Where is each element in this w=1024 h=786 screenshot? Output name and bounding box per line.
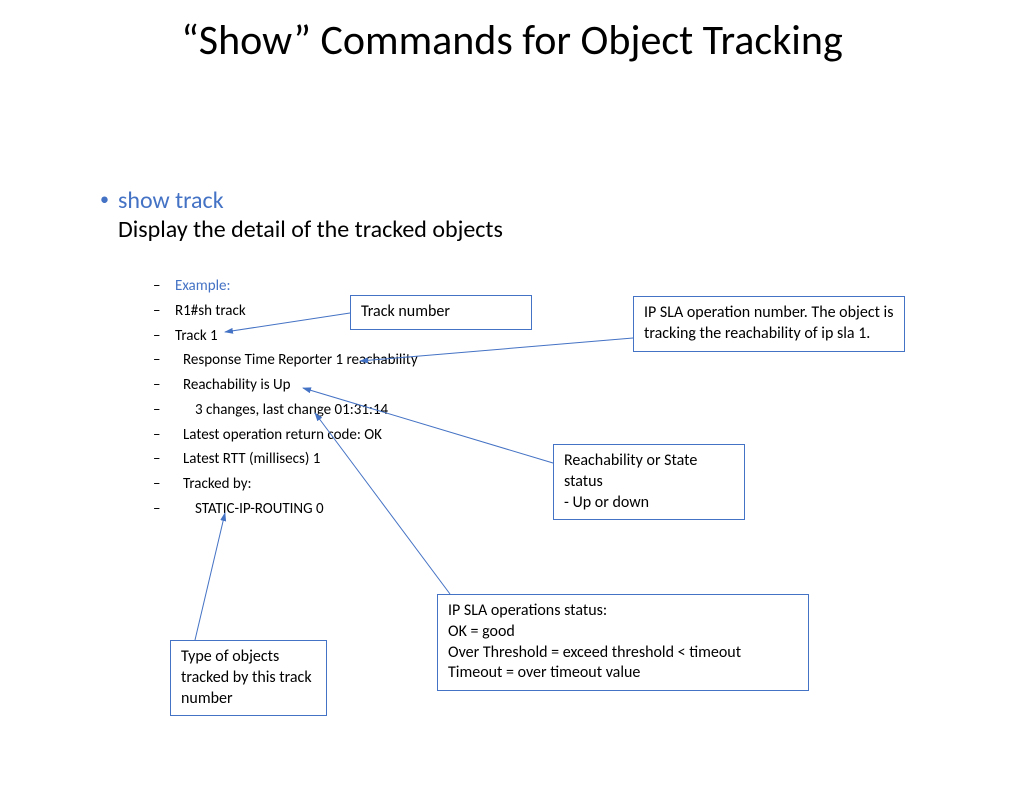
callout-operation-status: IP SLA operations status: OK = good Over… [437, 594, 809, 691]
output-line: Reachability is Up [175, 376, 291, 394]
command-text: show track [118, 186, 224, 215]
example-label: Example: [175, 277, 231, 295]
output-line: 3 changes, last change 01:31:14 [175, 401, 388, 419]
callout-track-number: Track number [350, 295, 532, 330]
output-line: Tracked by: [175, 475, 252, 493]
callout-reachability-status: Reachability or State status - Up or dow… [553, 444, 745, 520]
bullet-dot: • [100, 188, 109, 210]
output-line: R1#sh track [175, 302, 246, 320]
callout-ip-sla-number: IP SLA operation number. The object is t… [633, 296, 905, 352]
slide-title: “Show” Commands for Object Tracking [0, 18, 1024, 64]
output-line: Latest operation return code: OK [175, 426, 382, 444]
main-bullet: • show track Display the detail of the t… [118, 186, 503, 244]
callout-tracked-by: Type of objects tracked by this track nu… [170, 640, 327, 716]
output-line: Response Time Reporter 1 reachability [175, 351, 418, 369]
output-line: Latest RTT (millisecs) 1 [175, 450, 320, 468]
command-description: Display the detail of the tracked object… [118, 215, 503, 244]
output-line: STATIC-IP-ROUTING 0 [175, 500, 324, 518]
output-line: Track 1 [175, 327, 218, 345]
